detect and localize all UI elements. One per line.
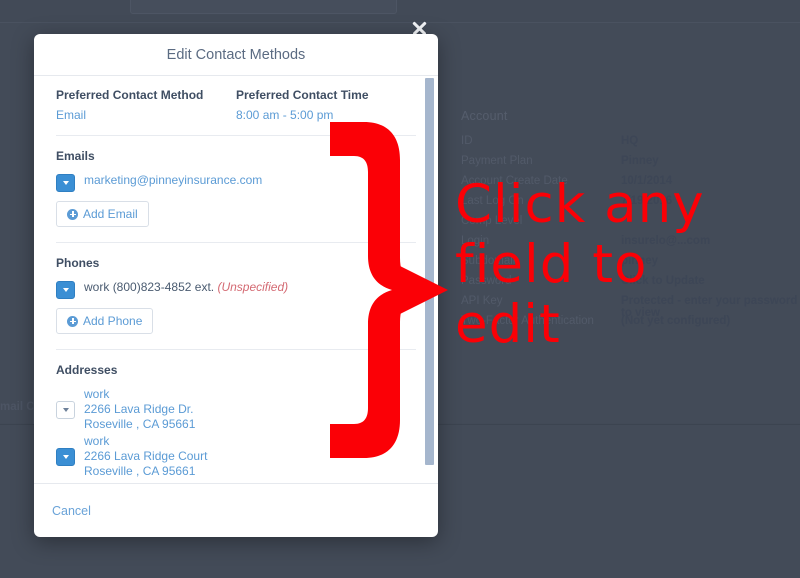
account-row-login[interactable]: Login insurelo@...com	[461, 235, 800, 255]
row-label: ID	[461, 135, 473, 147]
preferred-contact-time-value[interactable]: 8:00 am - 5:00 pm	[236, 108, 416, 122]
address-type: work	[84, 434, 110, 448]
divider	[56, 135, 416, 136]
phone-number: (800)823-4852	[112, 280, 192, 294]
preferred-contact-method-value[interactable]: Email	[56, 108, 236, 122]
modal-scrollbar-thumb[interactable]	[425, 78, 434, 465]
list-item[interactable]: marketing@pinneyinsurance.com	[56, 173, 416, 192]
modal-footer: Cancel	[34, 483, 438, 537]
row-value: HQ	[621, 135, 639, 147]
emails-section-title: Emails	[56, 149, 95, 163]
list-item[interactable]: work 2266 Lava Ridge Court Roseville , C…	[56, 434, 416, 479]
row-label: Password	[461, 275, 512, 287]
chevron-down-icon[interactable]	[56, 281, 75, 299]
cancel-button[interactable]: Cancel	[52, 504, 91, 518]
row-label: Comp Level	[461, 215, 523, 227]
phone-ext-label: ext.	[194, 280, 215, 294]
add-phone-label: Add Phone	[83, 314, 143, 328]
addresses-section-title: Addresses	[56, 363, 118, 377]
preferred-contact-method-label: Preferred Contact Method	[56, 88, 204, 102]
account-row-id[interactable]: ID HQ	[461, 135, 800, 155]
plus-circle-icon	[67, 208, 78, 220]
row-label: Login	[461, 235, 490, 247]
preferred-contact-time-label: Preferred Contact Time	[236, 88, 369, 102]
row-value: insurelo@...com	[621, 235, 711, 247]
address-type: work	[84, 387, 110, 401]
preferred-contact-time-field[interactable]: Preferred Contact Time 8:00 am - 5:00 pm	[236, 88, 416, 122]
screen: Account ID HQ Payment Plan Pinney Accoun…	[0, 0, 800, 578]
account-row-payment-plan[interactable]: Payment Plan Pinney	[461, 155, 800, 175]
account-row-comp-level[interactable]: Comp Level	[461, 215, 800, 235]
search-input[interactable]	[130, 0, 397, 14]
account-section-title: Account	[461, 109, 508, 123]
row-label: Two-Factor Authentication	[461, 315, 594, 327]
add-email-label: Add Email	[83, 207, 138, 221]
chevron-down-icon[interactable]	[56, 174, 75, 192]
list-item[interactable]: work (800)823-4852 ext. (Unspecified)	[56, 280, 416, 299]
modal-header: Edit Contact Methods	[34, 34, 438, 76]
preferred-contact-method-field[interactable]: Preferred Contact Method Email	[56, 88, 236, 122]
row-label: Payment Plan	[461, 155, 533, 167]
account-row-subdomain[interactable]: Subdomain pinney	[461, 255, 800, 275]
address-street: 2266 Lava Ridge Court	[84, 449, 208, 463]
row-value: Click to Update	[621, 275, 705, 287]
phones-section-title: Phones	[56, 256, 100, 270]
phone-value[interactable]: work (800)823-4852 ext. (Unspecified)	[84, 280, 288, 295]
row-value: pinney	[621, 255, 659, 267]
account-row-two-factor[interactable]: Two-Factor Authentication (Not yet confi…	[461, 315, 800, 335]
address-citystate: Roseville , CA 95661	[84, 464, 196, 478]
account-row-password[interactable]: Password Click to Update	[461, 275, 800, 295]
account-row-api-key[interactable]: API Key Protected - enter your password …	[461, 295, 800, 319]
preferred-contact-grid: Preferred Contact Method Email Preferred…	[46, 88, 416, 122]
plus-circle-icon	[67, 315, 78, 327]
row-label: Subdomain	[461, 255, 520, 267]
address-street: 2266 Lava Ridge Dr.	[84, 402, 194, 416]
row-value: Pinney	[621, 155, 659, 167]
row-value: 7/19/2016	[621, 195, 673, 207]
address-block[interactable]: work 2266 Lava Ridge Dr. Roseville , CA …	[84, 387, 195, 432]
divider	[56, 242, 416, 243]
address-citystate: Roseville , CA 95661	[84, 417, 196, 431]
add-phone-button[interactable]: Add Phone	[56, 308, 154, 334]
row-label: Account Create Date	[461, 175, 568, 187]
row-value: (Not yet configured)	[621, 315, 731, 327]
phone-type: work	[84, 280, 110, 294]
email-value[interactable]: marketing@pinneyinsurance.com	[84, 173, 262, 188]
divider	[56, 349, 416, 350]
chevron-down-icon[interactable]	[56, 401, 75, 419]
address-block[interactable]: work 2266 Lava Ridge Court Roseville , C…	[84, 434, 207, 479]
edit-contact-methods-modal: Edit Contact Methods Preferred Contact M…	[34, 34, 438, 537]
modal-body: Preferred Contact Method Email Preferred…	[34, 76, 438, 484]
add-email-button[interactable]: Add Email	[56, 201, 149, 227]
list-item[interactable]: work 2266 Lava Ridge Dr. Roseville , CA …	[56, 387, 416, 432]
page-title: Edit Contact Methods	[166, 46, 306, 63]
chevron-down-icon[interactable]	[56, 448, 75, 466]
row-value: 10/1/2014	[621, 175, 673, 187]
row-label: API Key	[461, 295, 503, 307]
modal-scrollbar[interactable]	[425, 76, 436, 484]
account-row-last-log-on[interactable]: Last Log On 7/19/2016	[461, 195, 800, 215]
phone-ext-value: (Unspecified)	[217, 280, 289, 294]
account-row-create-date[interactable]: Account Create Date 10/1/2014	[461, 175, 800, 195]
row-label: Last Log On	[461, 195, 524, 207]
